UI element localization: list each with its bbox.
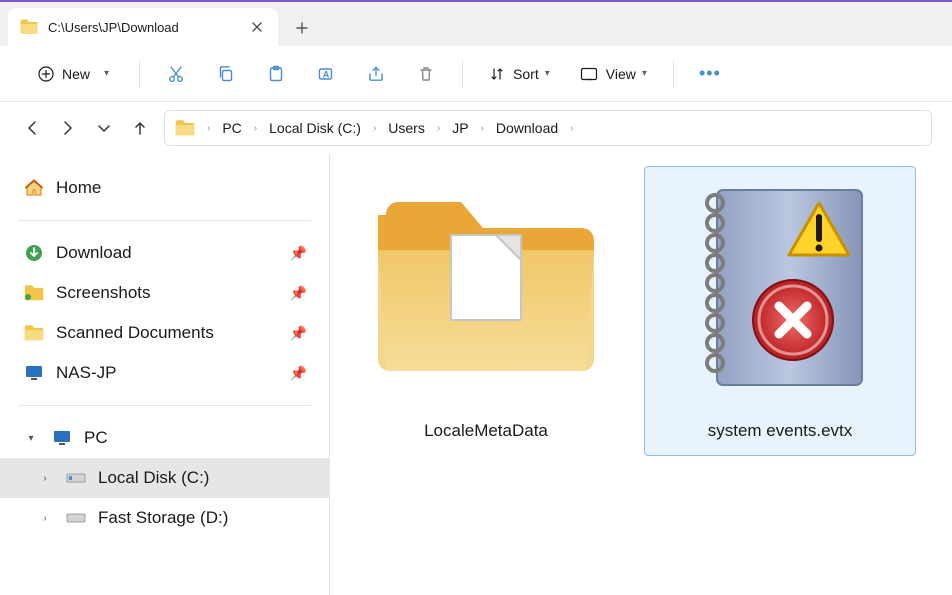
more-button[interactable]: ••• <box>690 56 730 92</box>
sort-icon <box>489 66 505 82</box>
sidebar-item-download[interactable]: Download 📌 <box>0 233 329 273</box>
pin-icon: 📌 <box>290 325 307 342</box>
toolbar: New ▾ A Sort ▾ View ▾ ••• <box>0 46 952 102</box>
folder-icon <box>175 119 195 137</box>
separator <box>673 60 674 88</box>
chevron-right-icon: › <box>437 123 440 134</box>
file-label: system events.evtx <box>708 421 853 441</box>
paste-button[interactable] <box>256 56 296 92</box>
event-log-icon <box>660 175 900 405</box>
nasjp-label: NAS-JP <box>56 363 116 383</box>
pin-icon: 📌 <box>290 365 307 382</box>
file-label: LocaleMetaData <box>424 421 548 441</box>
separator <box>139 60 140 88</box>
delete-button[interactable] <box>406 56 446 92</box>
copy-button[interactable] <box>206 56 246 92</box>
screenshots-label: Screenshots <box>56 283 151 303</box>
folder-icon <box>22 321 46 345</box>
view-button[interactable]: View ▾ <box>570 56 657 92</box>
sidebar-item-drive-c[interactable]: › Local Disk (C:) <box>0 458 329 498</box>
scanned-label: Scanned Documents <box>56 323 214 343</box>
sort-button[interactable]: Sort ▾ <box>479 56 560 92</box>
chevron-down-icon[interactable]: ▾ <box>22 433 40 444</box>
chevron-right-icon: › <box>254 123 257 134</box>
close-tab-button[interactable] <box>248 18 266 36</box>
home-icon <box>22 176 46 200</box>
chevron-down-icon: ▾ <box>545 68 550 79</box>
separator <box>18 405 311 406</box>
tab-title: C:\Users\JP\Download <box>48 20 238 35</box>
up-button[interactable] <box>128 116 152 140</box>
chevron-right-icon: › <box>481 123 484 134</box>
svg-text:A: A <box>323 69 330 79</box>
separator <box>18 220 311 221</box>
forward-button[interactable] <box>56 116 80 140</box>
folder-icon <box>20 19 38 35</box>
pin-icon: 📌 <box>290 285 307 302</box>
breadcrumb-item[interactable]: Users <box>388 120 425 136</box>
folder-large-icon <box>366 175 606 405</box>
recent-button[interactable] <box>92 116 116 140</box>
monitor-icon <box>50 426 74 450</box>
active-tab[interactable]: C:\Users\JP\Download <box>8 8 278 46</box>
chevron-down-icon: ▾ <box>642 68 647 79</box>
pin-icon: 📌 <box>290 245 307 262</box>
new-icon <box>38 66 54 82</box>
new-button[interactable]: New ▾ <box>24 56 123 92</box>
drive-icon <box>64 506 88 530</box>
breadcrumb[interactable]: › PC › Local Disk (C:) › Users › JP › Do… <box>164 110 932 146</box>
drive-icon <box>64 466 88 490</box>
view-label: View <box>606 66 636 82</box>
drive-c-label: Local Disk (C:) <box>98 468 209 488</box>
file-item-evtx[interactable]: system events.evtx <box>644 166 916 456</box>
chevron-right-icon: › <box>207 123 210 134</box>
sidebar: Home Download 📌 Screenshots 📌 Scanned Do… <box>0 154 330 595</box>
monitor-icon <box>22 361 46 385</box>
breadcrumb-item[interactable]: Local Disk (C:) <box>269 120 361 136</box>
breadcrumb-item[interactable]: PC <box>222 120 241 136</box>
back-button[interactable] <box>20 116 44 140</box>
sort-label: Sort <box>513 66 539 82</box>
file-item-folder[interactable]: LocaleMetaData <box>350 166 622 456</box>
content: Home Download 📌 Screenshots 📌 Scanned Do… <box>0 154 952 595</box>
view-icon <box>580 67 598 81</box>
breadcrumb-item[interactable]: JP <box>452 120 468 136</box>
ellipsis-icon: ••• <box>699 63 721 84</box>
download-icon <box>22 241 46 265</box>
share-button[interactable] <box>356 56 396 92</box>
chevron-right-icon: › <box>570 123 573 134</box>
separator <box>462 60 463 88</box>
sidebar-item-home[interactable]: Home <box>0 168 329 208</box>
path-bar: › PC › Local Disk (C:) › Users › JP › Do… <box>0 102 952 154</box>
tab-bar: C:\Users\JP\Download <box>0 2 952 46</box>
new-label: New <box>62 66 90 82</box>
breadcrumb-item[interactable]: Download <box>496 120 558 136</box>
new-tab-button[interactable] <box>286 12 318 44</box>
sidebar-item-pc[interactable]: ▾ PC <box>0 418 329 458</box>
sidebar-item-screenshots[interactable]: Screenshots 📌 <box>0 273 329 313</box>
sidebar-item-drive-d[interactable]: › Fast Storage (D:) <box>0 498 329 538</box>
drive-d-label: Fast Storage (D:) <box>98 508 228 528</box>
cut-button[interactable] <box>156 56 196 92</box>
pc-label: PC <box>84 428 108 448</box>
file-list: LocaleMetaData <box>330 154 952 595</box>
download-label: Download <box>56 243 132 263</box>
rename-button[interactable]: A <box>306 56 346 92</box>
sidebar-item-nasjp[interactable]: NAS-JP 📌 <box>0 353 329 393</box>
folder-icon <box>22 281 46 305</box>
chevron-right-icon: › <box>373 123 376 134</box>
chevron-right-icon[interactable]: › <box>36 513 54 524</box>
sidebar-item-scanned[interactable]: Scanned Documents 📌 <box>0 313 329 353</box>
home-label: Home <box>56 178 101 198</box>
chevron-down-icon: ▾ <box>104 68 109 79</box>
chevron-right-icon[interactable]: › <box>36 473 54 484</box>
